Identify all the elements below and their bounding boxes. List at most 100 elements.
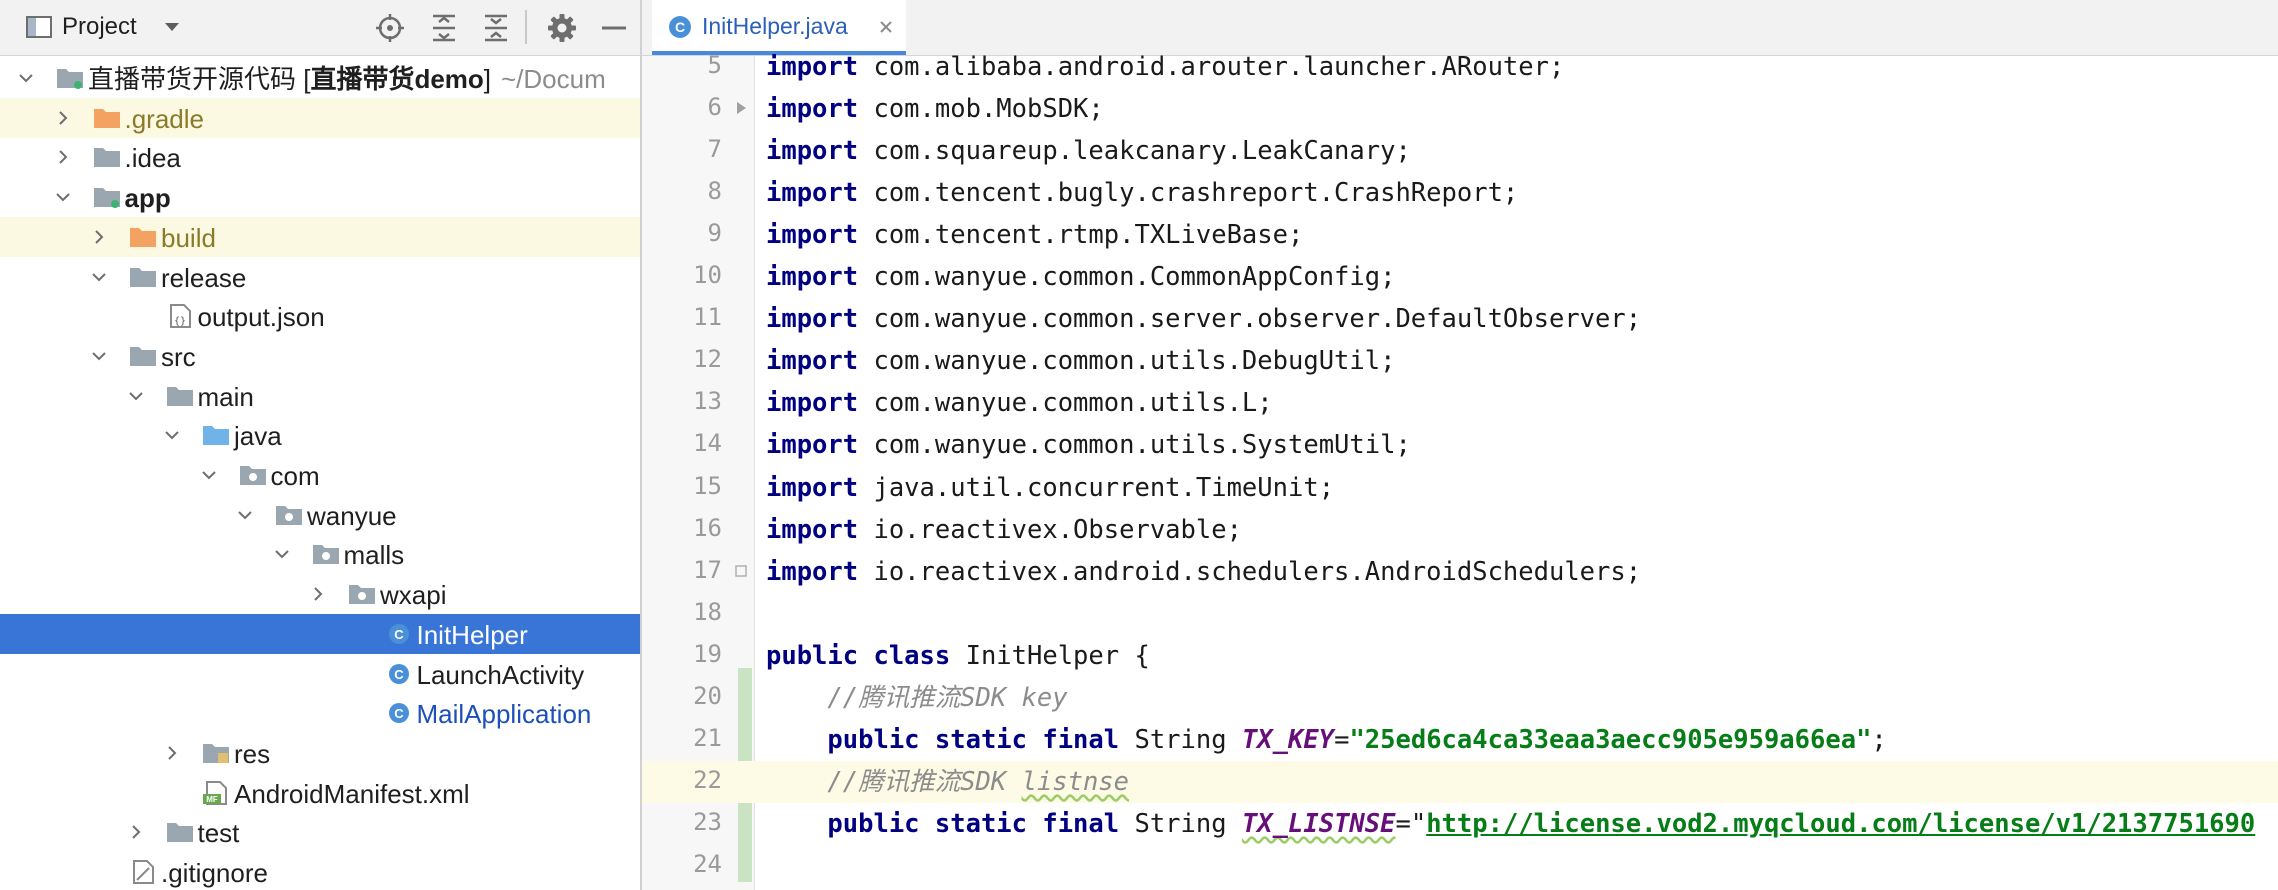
code-line[interactable]: 7 import com.squareup.leakcanary.LeakCana… [642,130,2278,172]
package-folder-icon [276,505,302,525]
tree-item-outputjson[interactable]: {} output.json [0,296,640,336]
svg-text:C: C [394,667,404,682]
folder-orange-icon [93,108,120,128]
chevron-down-icon[interactable] [164,427,180,443]
folder-grey-icon [130,346,156,366]
tree-item-wanyue[interactable]: wanyue [0,495,640,535]
tree-item-label: output.json [197,302,325,333]
tree-item-label: src [161,341,196,372]
line-number: 14 [693,429,722,458]
tree-item-inithelper[interactable]: C InitHelper [0,613,640,654]
tree-item-res[interactable]: res [0,733,640,773]
tree-item-label: build [161,222,216,253]
tree-item-label: 直播带货开源代码 [直播带货demo] [88,64,492,94]
code-line[interactable]: 16 import io.reactivex.Observable; [642,509,2278,551]
tree-item-wxapi[interactable]: wxapi [0,574,640,614]
chevron-down-icon[interactable] [274,546,290,562]
code-line[interactable]: 10 import com.wanyue.common.CommonAppConf… [642,256,2278,298]
code-line[interactable]: 19 public class InitHelper { [642,635,2278,677]
chevron-right-icon[interactable] [91,229,107,245]
code-line[interactable]: 9 import com.tencent.rtmp.TXLiveBase; [642,214,2278,256]
tree-item-src[interactable]: src [0,336,640,376]
chevron-down-icon[interactable] [201,467,217,483]
fold-toggle-icon[interactable] [733,100,749,116]
chevron-right-icon[interactable] [55,110,71,126]
code-line[interactable]: 13 import com.wanyue.common.utils.L; [642,382,2278,424]
code-line[interactable]: 12 import com.wanyue.common.utils.DebugUt… [642,340,2278,382]
code-line[interactable]: 5 import com.alibaba.android.arouter.laun… [642,46,2278,88]
collapse-all-icon[interactable] [480,12,512,44]
project-panel: Project 直播带货开源代码 [直播带货demo] ~/Docum .gra… [0,0,642,890]
gitignore-file-icon [133,860,154,884]
code-line[interactable]: 8 import com.tencent.bugly.crashreport.Cr… [642,172,2278,214]
java-class-icon: C [669,16,691,38]
code-text: import com.wanyue.common.utils.SystemUti… [766,430,1411,461]
code-line[interactable]: 22 //腾讯推流SDK listnse [642,760,2278,803]
tree-item-test[interactable]: test [0,812,640,852]
code-text: //腾讯推流SDK listnse [827,766,1130,797]
code-text: import com.mob.MobSDK; [766,94,1104,125]
tree-item-label: MailApplication [416,699,592,730]
line-number: 17 [693,555,722,584]
code-text: public class InitHelper { [766,640,1150,671]
chevron-down-icon[interactable] [91,348,107,364]
code-line[interactable]: 18 [642,593,2278,635]
chevron-down-icon[interactable] [128,388,144,404]
hide-panel-icon[interactable] [598,12,630,44]
line-number: 8 [707,177,722,206]
tree-item-label: test [197,818,240,849]
code-text: import java.util.concurrent.TimeUnit; [766,472,1335,503]
code-line[interactable]: 17 import io.reactivex.android.schedulers… [642,551,2278,593]
project-view-title[interactable]: Project [62,13,137,41]
close-icon[interactable] [878,19,894,35]
chevron-right-icon[interactable] [55,149,71,165]
chevron-down-icon[interactable] [91,269,107,285]
tree-item-idea[interactable]: .idea [0,137,640,177]
tree-item-malls[interactable]: malls [0,534,640,574]
chevron-right-icon[interactable] [128,824,144,840]
tree-item-label: java [234,421,282,452]
expand-all-icon[interactable] [428,12,460,44]
chevron-right-icon[interactable] [164,745,180,761]
code-line[interactable]: 6 import com.mob.MobSDK; [642,88,2278,130]
tree-item-release[interactable]: release [0,257,640,297]
code-line[interactable]: 20 //腾讯推流SDK key [642,677,2278,719]
tree-item-main[interactable]: main [0,376,640,416]
chevron-right-icon[interactable] [310,586,326,602]
tree-item-gitignore[interactable]: .gitignore [0,852,640,890]
code-editor: C InitHelper.java 5 import com.alibaba.an… [642,0,2278,890]
locate-target-icon[interactable] [374,12,406,44]
folder-orange-icon [130,227,156,247]
code-line[interactable]: 15 import java.util.concurrent.TimeUnit; [642,467,2278,509]
chevron-down-icon[interactable] [164,22,180,32]
svg-text:{}: {} [173,316,185,327]
code-line[interactable]: 14 import com.wanyue.common.utils.SystemU… [642,424,2278,466]
tree-item-java[interactable]: java [0,415,640,455]
tree-item-androidmanifestxml[interactable]: MF AndroidManifest.xml [0,773,640,813]
fold-toggle-icon[interactable] [733,563,749,579]
code-line[interactable]: 24 [642,845,2278,887]
tree-item-path: ~/Docum [501,64,606,94]
chevron-down-icon[interactable] [18,70,34,86]
folder-grey-icon [166,823,193,843]
tree-item-gradle[interactable]: .gradle [0,97,640,138]
tree-item-build[interactable]: build [0,216,640,257]
tree-item-[interactable]: 直播带货开源代码 [直播带货demo] ~/Docum [0,58,640,98]
code-line[interactable]: 11 import com.wanyue.common.server.observ… [642,298,2278,340]
line-number: 13 [693,387,722,416]
line-number: 18 [693,597,722,626]
line-number: 9 [707,219,722,248]
gear-icon[interactable] [546,12,578,44]
code-text: import com.squareup.leakcanary.LeakCanar… [766,136,1411,167]
tree-item-app[interactable]: app [0,177,640,217]
chevron-down-icon[interactable] [55,189,71,205]
tree-item-label: .idea [124,143,181,174]
tree-item-launchactivity[interactable]: C LaunchActivity [0,654,640,694]
tree-item-com[interactable]: com [0,455,640,495]
chevron-down-icon[interactable] [237,507,253,523]
line-number: 10 [693,261,722,290]
code-line[interactable]: 21 public static final String TX_KEY="25… [642,719,2278,761]
svg-text:MF: MF [206,795,218,804]
code-line[interactable]: 23 public static final String TX_LISTNSE… [642,803,2278,845]
tree-item-mailapplication[interactable]: C MailApplication [0,693,640,733]
